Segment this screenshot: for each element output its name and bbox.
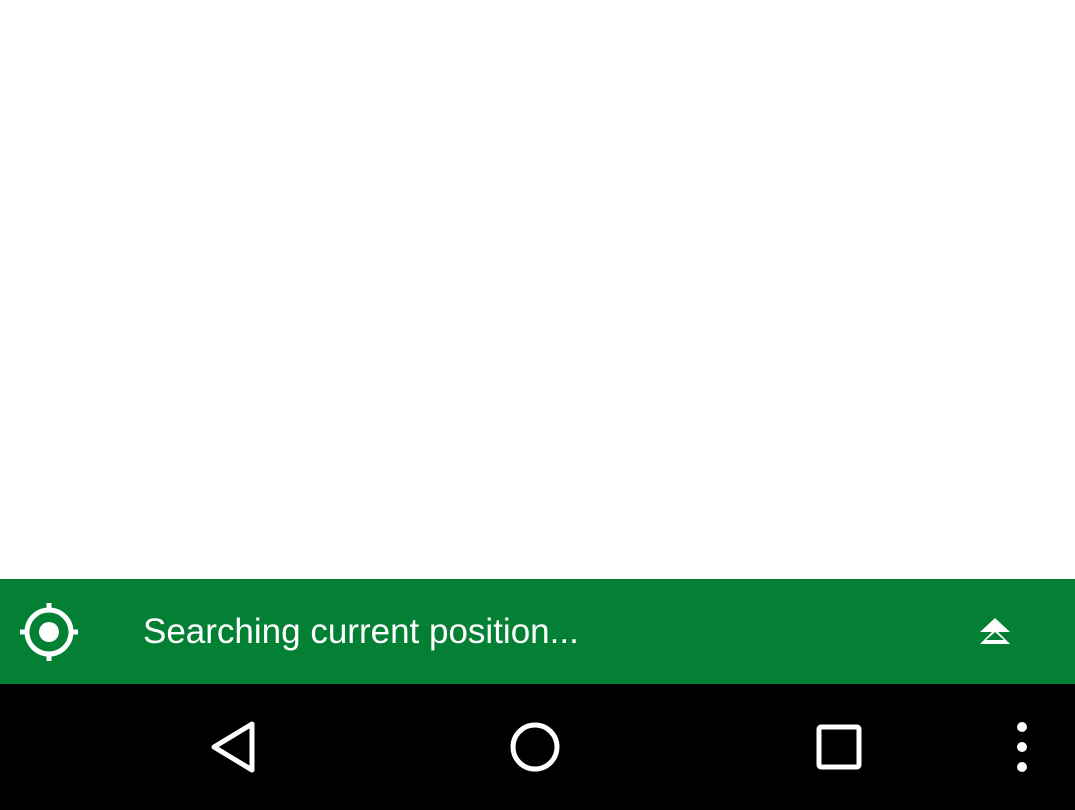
status-message: Searching current position...: [143, 612, 579, 651]
nav-home-button[interactable]: [500, 712, 570, 782]
expand-panel-button[interactable]: [960, 601, 1030, 663]
home-circle-icon: [510, 722, 560, 772]
locate-button[interactable]: [14, 597, 84, 667]
nav-overflow-menu-button[interactable]: [992, 712, 1052, 782]
double-chevron-up-icon: [980, 618, 1010, 644]
location-status-bar: Searching current position...: [0, 579, 1075, 684]
back-triangle-icon: [211, 721, 255, 773]
nav-back-button[interactable]: [198, 712, 268, 782]
app-screen: Searching current position...: [0, 0, 1075, 810]
nav-recents-button[interactable]: [804, 712, 874, 782]
my-location-icon: [20, 603, 78, 661]
map-content-area[interactable]: [0, 0, 1075, 579]
overflow-menu-icon: [1017, 722, 1027, 772]
recents-square-icon: [816, 724, 862, 770]
system-navigation-bar: [0, 684, 1075, 810]
